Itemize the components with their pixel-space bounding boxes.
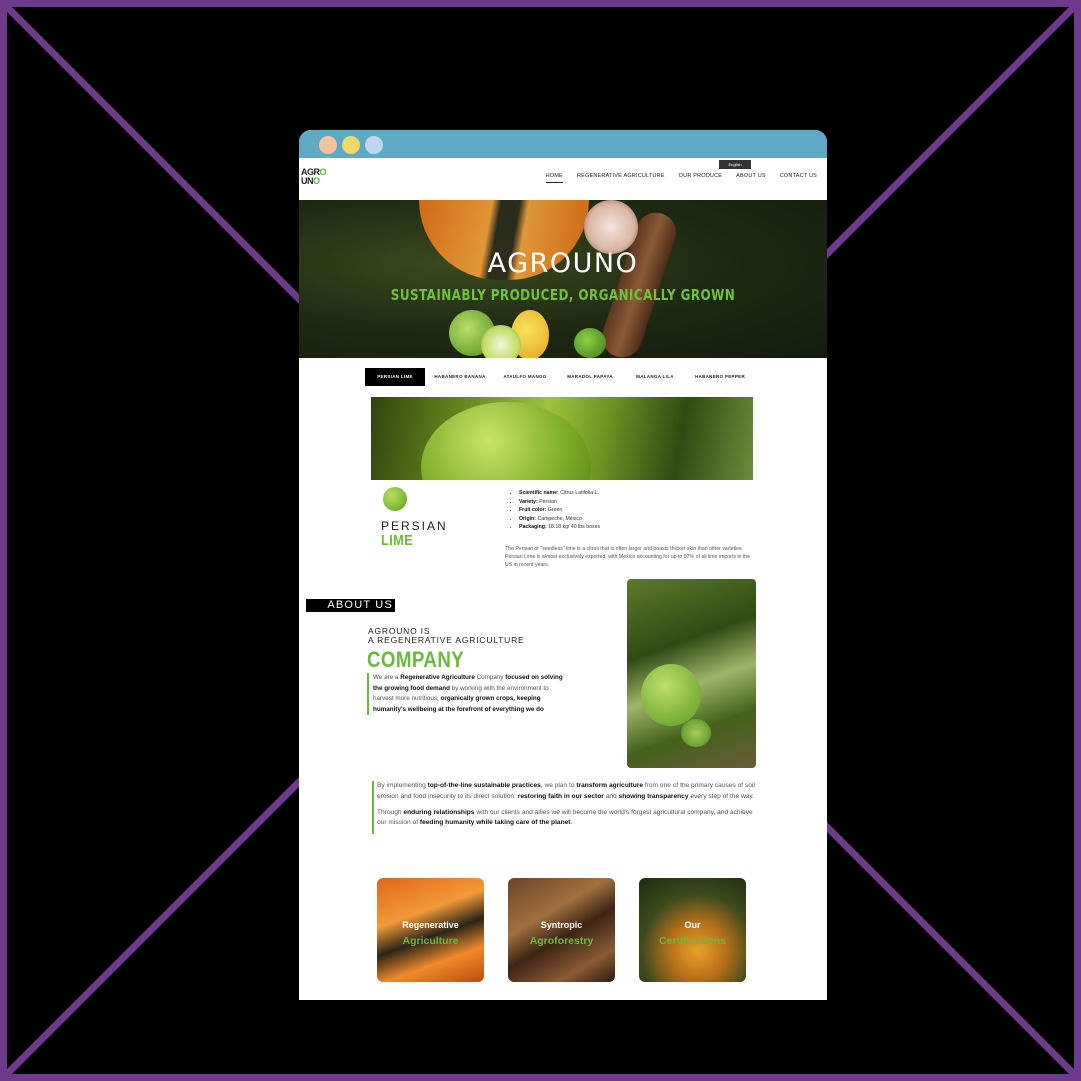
tab-habanero-pepper[interactable]: HABANERO PEPPER [690, 368, 750, 386]
site-navbar: AGRO UNO English HOME REGENERATIVE AGRIC… [299, 158, 827, 200]
product-description: The Persian or "seedless" lime is a citr… [505, 546, 751, 568]
card-our-certifications[interactable]: Our Certifications [639, 878, 746, 982]
hero-banner: AGROUNO SUSTAINABLY PRODUCED, ORGANICALL… [299, 200, 827, 358]
browser-titlebar [299, 130, 827, 158]
about-heading: AGROUNO IS A REGENERATIVE AGRICULTURE [368, 627, 525, 645]
tab-maradol-papaya[interactable]: MARADOL PAPAYA [560, 368, 620, 386]
spec-value: Persian [539, 498, 557, 505]
browser-window: AGRO UNO English HOME REGENERATIVE AGRIC… [299, 130, 827, 1000]
mission-paragraph: Through enduring relationships with our … [377, 808, 755, 830]
window-minimize-dot[interactable] [342, 136, 360, 154]
logo-text: UN [301, 176, 314, 186]
text-run: By implementing [377, 782, 428, 789]
logo-text-accent: O [313, 176, 320, 186]
about-us-label: ABOUT US [306, 599, 395, 612]
product-banner-image [371, 397, 753, 480]
hero-title: AGROUNO [487, 248, 639, 279]
mission-statement: By implementing top-of-the-line sustaina… [372, 781, 755, 835]
tab-persian-lime[interactable]: PERSIAN LIME [365, 368, 425, 386]
tab-habanero-banana[interactable]: HABANERO BANANA [430, 368, 490, 386]
card-title: Regenerative [402, 920, 459, 930]
text-run: We are a [373, 674, 401, 681]
language-selector[interactable]: English [719, 160, 751, 169]
text-run: , we plan to [540, 782, 577, 789]
product-specs: Scientific name: Citrus Latifolia L. Var… [511, 489, 600, 532]
card-subtitle: Agriculture [402, 935, 459, 947]
window-close-dot[interactable] [319, 136, 337, 154]
text-run-bold: top-of-the-line sustainable practices [427, 782, 541, 789]
product-name: PERSIAN [381, 519, 448, 533]
spec-label: Variety: [519, 498, 538, 505]
spec-label: Packaging: [519, 524, 547, 530]
spec-label: Origin: [519, 515, 537, 522]
nav-item-our-produce[interactable]: OUR PRODUCE [679, 173, 722, 183]
feature-cards: Regenerative Agriculture Syntropic Agrof… [377, 878, 746, 982]
spec-item: Packaging: 18.18 kg/ 40 lbs boxes [519, 523, 600, 532]
hero-subtitle: SUSTAINABLY PRODUCED, ORGANICALLY GROWN [390, 286, 736, 304]
text-run-bold: enduring relationships [403, 808, 475, 816]
text-run-bold: Regenerative Agriculture [400, 674, 475, 681]
text-run-bold: feeding humanity while taking care of th… [419, 819, 571, 827]
text-run: Company [474, 674, 506, 681]
lime-fruit-image [641, 664, 701, 726]
text-run-bold: transform agriculture [576, 782, 644, 789]
about-paragraph: We are a Regenerative Agriculture Compan… [367, 673, 568, 716]
nav-item-contact-us[interactable]: CONTACT US [780, 173, 817, 183]
spec-value: Green [547, 507, 563, 513]
mission-paragraph: By implementing top-of-the-line sustaina… [377, 781, 755, 803]
about-heading-line: A REGENERATIVE AGRICULTURE [368, 635, 525, 645]
spec-value: 18.18 kg/ 40 lbs boxes [548, 524, 601, 530]
nav-item-home[interactable]: HOME [545, 173, 563, 183]
hero-lime-slice-image [481, 325, 521, 358]
lime-icon [383, 487, 407, 511]
lime-fruit-image [421, 402, 591, 480]
text-run: and [603, 792, 619, 800]
product-tabs: PERSIAN LIME HABANERO BANANA ATAULFO MAN… [365, 368, 755, 386]
text-run-bold: showing transparency [618, 792, 689, 800]
lime-fruit-image [681, 719, 711, 747]
hero-lime-image [574, 328, 606, 358]
spec-item: Origin: Campeche, México [519, 515, 600, 524]
card-subtitle: Certifications [658, 935, 727, 947]
nav-item-regenerative-agriculture[interactable]: REGENERATIVE AGRICULTURE [577, 173, 665, 183]
spec-label: Scientific name: [519, 490, 559, 496]
card-title: Our [684, 920, 701, 930]
card-syntropic-agroforestry[interactable]: Syntropic Agroforestry [508, 878, 615, 982]
tab-malanga-lila[interactable]: MALANGA LILA [625, 368, 685, 386]
spec-item: Fruit color: Green [519, 506, 600, 515]
spec-item: Variety: Persian [519, 498, 600, 507]
main-nav: HOME REGENERATIVE AGRICULTURE OUR PRODUC… [545, 173, 817, 183]
product-name-accent: LIME [381, 532, 414, 549]
about-heading-accent: COMPANY [367, 647, 465, 672]
text-run: every step of the way. [688, 792, 755, 800]
card-subtitle: Agroforestry [529, 935, 594, 947]
spec-label: Fruit color: [519, 507, 547, 513]
spec-value: Citrus Latifolia L. [560, 490, 599, 496]
card-title: Syntropic [540, 920, 583, 930]
window-maximize-dot[interactable] [365, 136, 383, 154]
spec-item: Scientific name: Citrus Latifolia L. [519, 489, 600, 498]
text-run: Through [377, 808, 404, 816]
lime-tree-photo [627, 579, 756, 768]
text-run-bold: restoring faith in our sector [517, 792, 604, 800]
spec-value: Campeche, México [537, 515, 582, 522]
nav-item-about-us[interactable]: ABOUT US [736, 173, 766, 183]
hero-yuca-image [584, 200, 638, 254]
card-regenerative-agriculture[interactable]: Regenerative Agriculture [377, 878, 484, 982]
site-logo[interactable]: AGRO UNO [301, 168, 333, 186]
logo-text-accent: O [319, 167, 327, 177]
text-run: . [570, 819, 573, 827]
tab-ataulfo-mango[interactable]: ATAULFO MANGO [495, 368, 555, 386]
